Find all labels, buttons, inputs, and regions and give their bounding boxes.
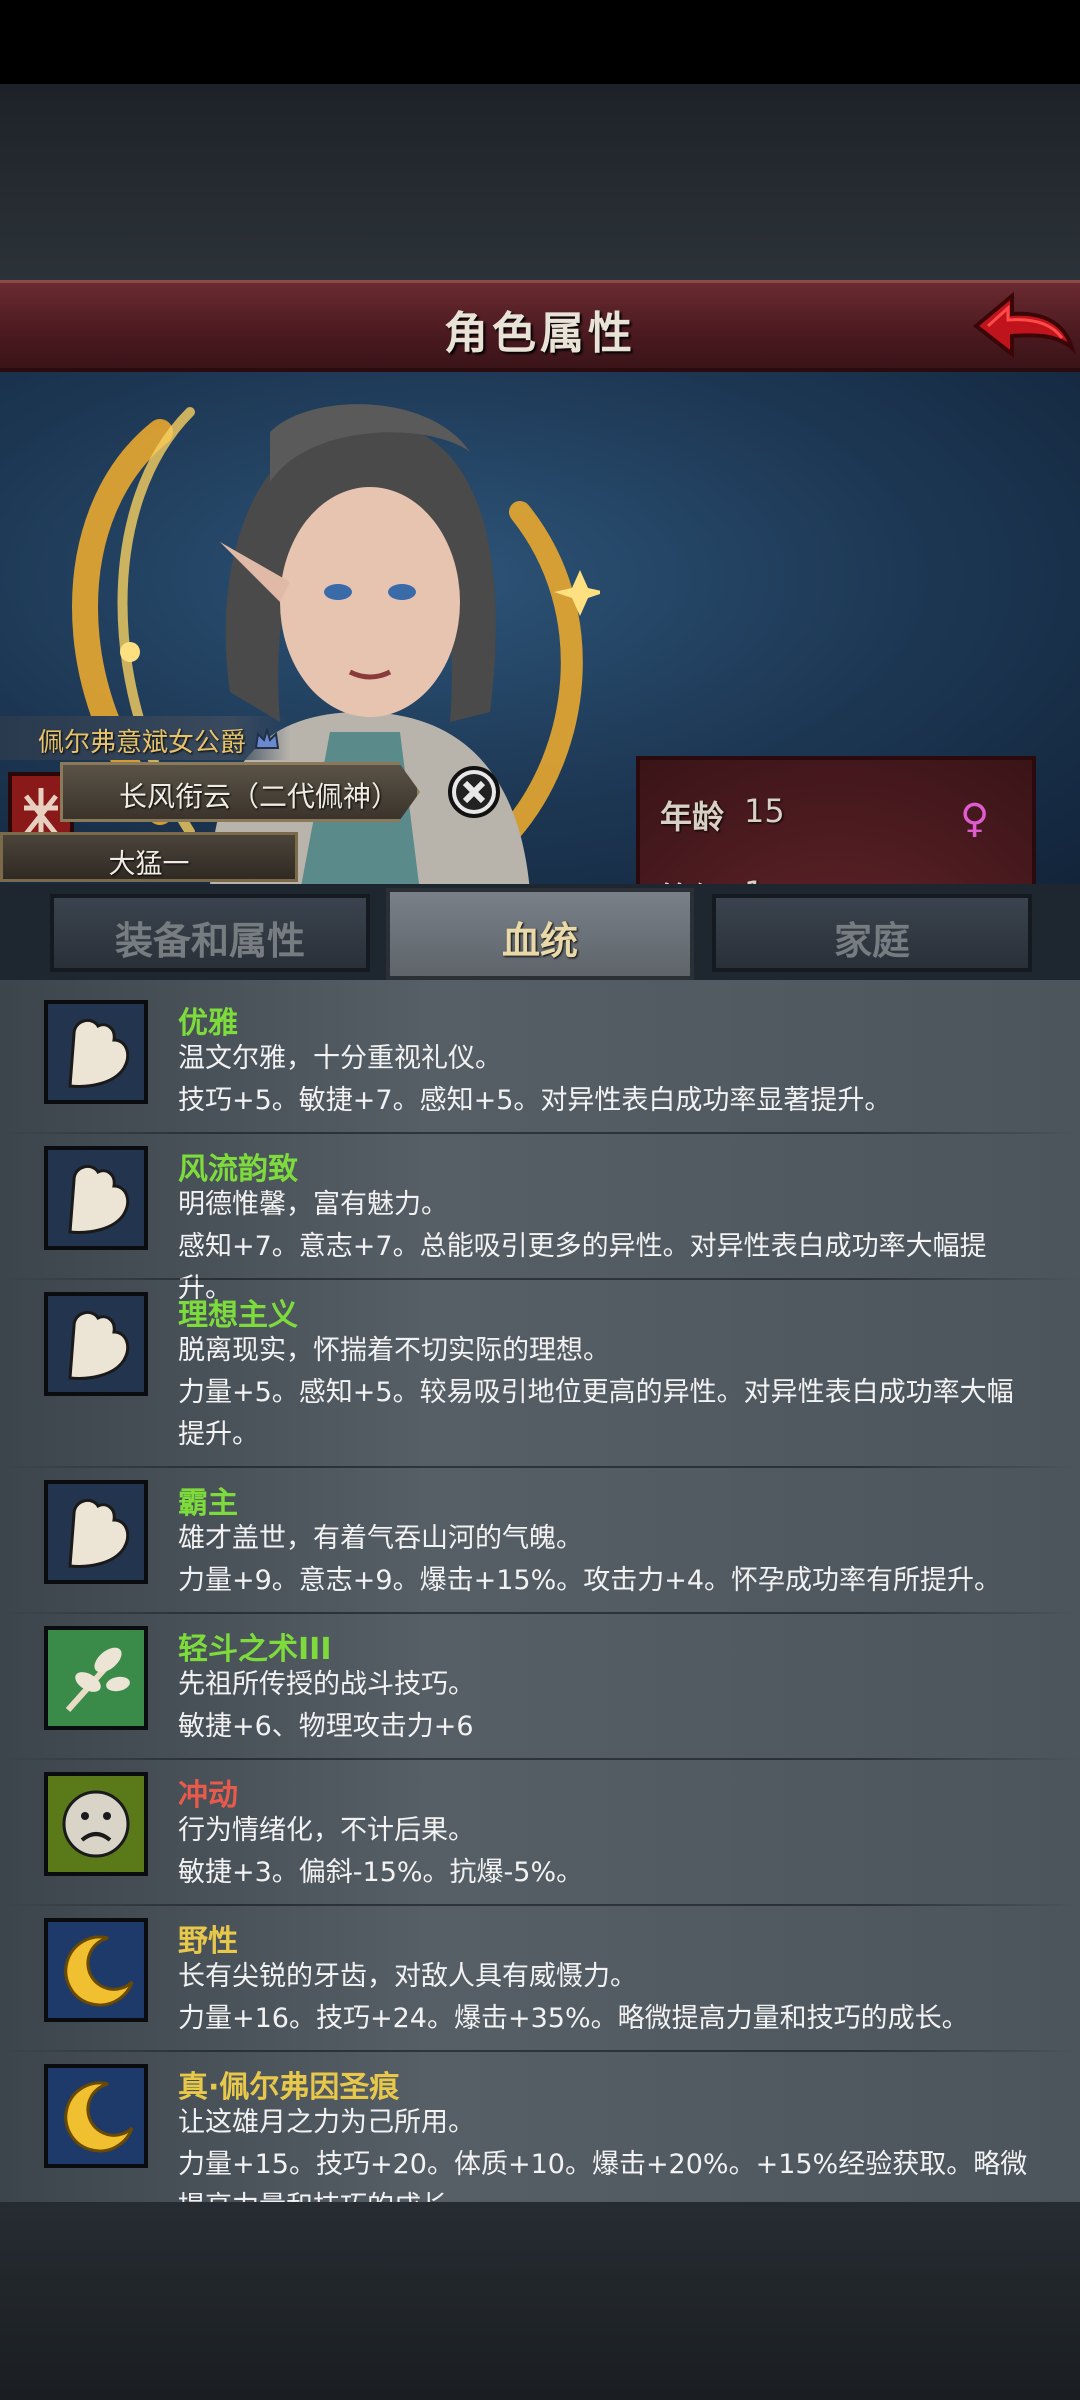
trait-description: 脱离现实，怀揣着不切实际的理想。 力量+5。感知+5。较易吸引地位更高的异性。对异… xyxy=(178,1335,1014,1450)
trait-name: 风流韵致 xyxy=(178,1152,298,1187)
female-gender-icon: ♀ xyxy=(960,796,990,842)
plant-branch-icon xyxy=(44,1626,148,1730)
tab-family[interactable]: 家庭 xyxy=(712,894,1032,972)
crescent-moon-icon xyxy=(44,1918,148,2022)
noble-title: 佩尔弗意斌女公爵 xyxy=(38,728,247,758)
arm-muscle-icon xyxy=(44,1146,148,1250)
divider xyxy=(0,1132,1080,1134)
trait-description: 温文尔雅，十分重视礼仪。 技巧+5。敏捷+7。感知+5。对异性表白成功率显著提升。 xyxy=(178,1043,892,1116)
status-bar-area xyxy=(0,0,1080,84)
trait-name: 真·佩尔弗因圣痕 xyxy=(178,2070,400,2105)
sad-face-icon xyxy=(44,1772,148,1876)
character-name: 长风衔云（二代佩神） xyxy=(119,780,400,813)
nickname-banner: 大猛一 xyxy=(0,832,298,882)
bottom-background xyxy=(0,2202,1080,2400)
crescent-moon-icon xyxy=(44,2064,148,2168)
trait-name: 理想主义 xyxy=(178,1298,298,1333)
close-x-icon[interactable] xyxy=(446,764,502,820)
page-title: 角色属性 xyxy=(444,308,636,359)
title-bar: 角色属性 xyxy=(0,280,1080,372)
arm-muscle-icon xyxy=(44,1000,148,1104)
trait-description: 长有尖锐的牙齿，对敌人具有威慑力。 力量+16。技巧+24。爆击+35%。略微提高… xyxy=(178,1961,969,2034)
age-value: 15 xyxy=(744,792,785,830)
age-label: 年龄 xyxy=(660,798,725,836)
divider xyxy=(0,1466,1080,1468)
trait-description: 雄才盖世，有着气吞山河的气魄。 力量+9。意志+9。爆击+15%。攻击力+4。怀孕… xyxy=(178,1523,1002,1596)
character-name-banner[interactable]: 长风衔云（二代佩神） xyxy=(60,762,420,822)
top-background xyxy=(0,84,1080,280)
crown-icon xyxy=(254,728,280,749)
divider xyxy=(0,1612,1080,1614)
divider xyxy=(0,1278,1080,1280)
trait-name: 优雅 xyxy=(178,1006,238,1041)
tab-bloodline[interactable]: 血统 xyxy=(386,888,694,980)
trait-description: 行为情绪化，不计后果。 敏捷+3。偏斜-15%。抗爆-5%。 xyxy=(178,1815,584,1888)
divider xyxy=(0,1758,1080,1760)
arm-muscle-icon xyxy=(44,1480,148,1584)
trait-description: 先祖所传授的战斗技巧。 敏捷+6、物理攻击力+6 xyxy=(178,1669,475,1742)
trait-description: 让这雄月之力为己所用。 力量+15。技巧+20。体质+10。爆击+20%。+15%… xyxy=(178,2107,1028,2202)
trait-name: 轻斗之术III xyxy=(178,1632,332,1667)
divider xyxy=(0,2050,1080,2052)
tab-equipment-attributes[interactable]: 装备和属性 xyxy=(50,894,370,972)
tab-bar: 装备和属性 血统 家庭 xyxy=(0,884,1080,980)
divider xyxy=(0,1904,1080,1906)
trait-name: 霸主 xyxy=(178,1486,238,1521)
trait-description: 明德惟馨，富有魅力。 感知+7。意志+7。总能吸引更多的异性。对异性表白成功率大幅… xyxy=(178,1189,987,1304)
back-arrow-icon[interactable] xyxy=(968,286,1078,366)
noble-title-banner: 佩尔弗意斌女公爵 xyxy=(0,716,290,760)
trait-list[interactable]: 优雅 温文尔雅，十分重视礼仪。 技巧+5。敏捷+7。感知+5。对异性表白成功率显著… xyxy=(0,980,1080,2202)
arm-muscle-icon xyxy=(44,1292,148,1396)
nickname: 大猛一 xyxy=(108,849,190,880)
trait-name: 野性 xyxy=(178,1924,238,1959)
trait-name: 冲动 xyxy=(178,1778,238,1813)
